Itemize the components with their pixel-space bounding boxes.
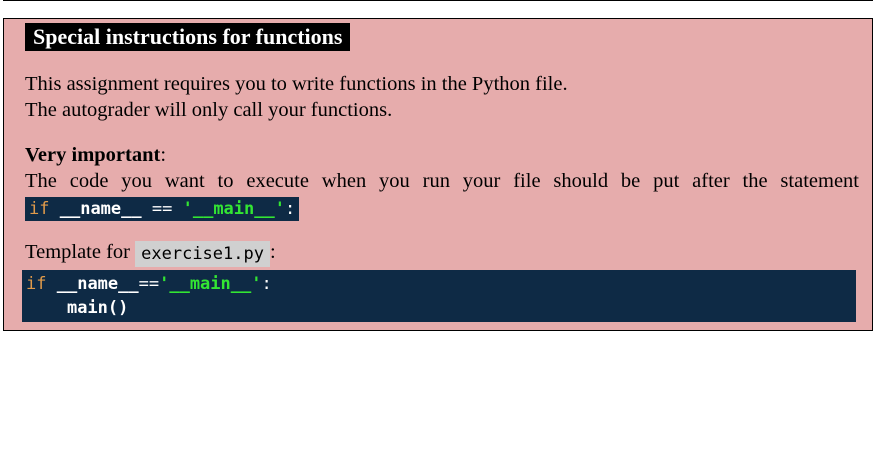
code-line-2: main() [26,296,856,320]
code-operator: == [138,274,160,294]
important-colon: : [160,144,167,166]
template-filename: exercise1.py [135,240,270,267]
inline-code-operator: == [151,199,173,220]
inline-code-name: __name__ [59,199,142,220]
important-label: Very important [25,144,161,166]
template-prefix: Template for [25,241,131,264]
para-line-2: The autograder will only call your funct… [25,99,393,121]
inline-code-string: '__main__' [182,199,285,220]
code-line-1: if __name__=='__main__': [26,272,856,296]
code-block: if __name__=='__main__': main() [22,270,856,322]
code-colon: : [261,274,272,294]
instructions-box: Special instructions for functions This … [3,18,873,331]
important-heading: Very important: [25,142,859,168]
top-rule [3,0,873,1]
box-content: This assignment requires you to write fu… [25,71,859,267]
inline-code-statement: if __name__ == '__main__': [25,197,300,222]
code-main-call: main() [66,298,129,318]
template-suffix: : [269,241,276,264]
code-name: __name__ [56,274,139,294]
inline-code-colon: : [284,199,296,220]
inline-code-keyword: if [29,199,50,220]
code-string: '__main__' [159,274,262,294]
important-text: The code you want to execute when you ru… [25,170,859,192]
box-title: Special instructions for functions [25,23,351,51]
code-keyword: if [26,274,47,294]
template-line: Template for exercise1.py: [25,239,859,267]
para-line-1: This assignment requires you to write fu… [25,73,568,95]
